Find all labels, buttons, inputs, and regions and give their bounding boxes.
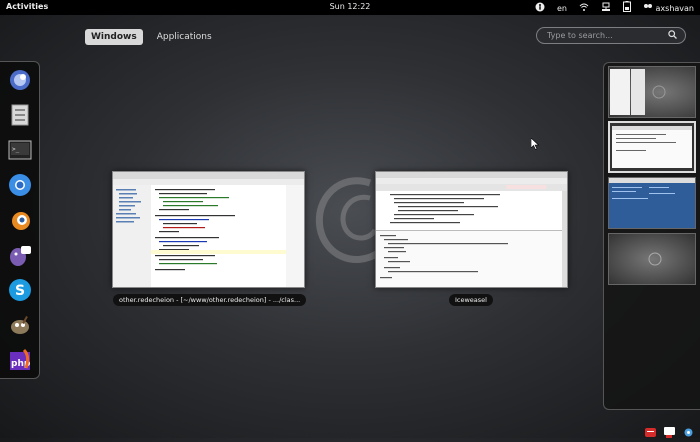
svg-text:S: S (15, 283, 25, 299)
top-bar: Activities Sun 12:22 en axshavan (0, 0, 700, 15)
empathy-icon[interactable] (8, 68, 32, 92)
blender-icon[interactable] (8, 208, 32, 232)
workspace-switcher (603, 62, 700, 410)
workspace-1-preview (610, 69, 666, 115)
gimp-icon[interactable] (8, 313, 32, 337)
mouse-pointer-icon (531, 138, 539, 150)
view-selector: Windows Applications (85, 29, 218, 45)
files-icon[interactable] (8, 103, 32, 127)
user-name: axshavan (655, 3, 694, 13)
search-box[interactable] (536, 27, 686, 44)
accessibility-icon[interactable] (535, 2, 545, 16)
workspace-2-preview (612, 126, 692, 168)
search-input[interactable] (545, 30, 669, 41)
svg-text:>_: >_ (12, 146, 20, 153)
dash: >_ S php (0, 61, 40, 379)
chromium-icon[interactable] (8, 173, 32, 197)
notification-chat-icon[interactable] (664, 423, 675, 438)
message-tray (645, 423, 694, 438)
php-storm-icon[interactable]: php (8, 348, 32, 372)
user-icon (643, 3, 653, 15)
browser-screenshot (376, 172, 567, 287)
terminal-icon[interactable]: >_ (8, 138, 32, 162)
search-icon (668, 30, 677, 42)
network-icon[interactable] (601, 2, 611, 16)
user-menu[interactable]: axshavan (643, 3, 694, 15)
window-caption-ide: other.redecheion - [~/www/other.redechei… (113, 294, 307, 306)
wifi-icon[interactable] (579, 2, 589, 16)
workspace-1[interactable] (608, 66, 696, 118)
system-tray: en axshavan (535, 1, 694, 16)
workspace-4[interactable] (608, 233, 696, 285)
skype-icon[interactable]: S (8, 278, 32, 302)
window-thumbnail-iceweasel[interactable] (375, 171, 568, 288)
tab-windows[interactable]: Windows (85, 29, 143, 45)
workspace-4-preview (648, 252, 662, 266)
notification-gear-icon[interactable] (683, 423, 694, 437)
keyboard-layout[interactable]: en (557, 3, 567, 15)
window-caption-iceweasel: Iceweasel (449, 294, 493, 306)
window-thumbnail-ide[interactable] (112, 171, 305, 288)
workspace-2[interactable] (608, 121, 696, 173)
workspace-3[interactable] (608, 177, 696, 229)
pidgin-icon[interactable] (8, 243, 32, 267)
tab-applications[interactable]: Applications (151, 29, 218, 45)
ide-screenshot (113, 172, 304, 287)
battery-icon[interactable] (622, 1, 631, 16)
notification-red-icon[interactable] (645, 423, 656, 437)
workspace-3-preview (609, 178, 695, 199)
